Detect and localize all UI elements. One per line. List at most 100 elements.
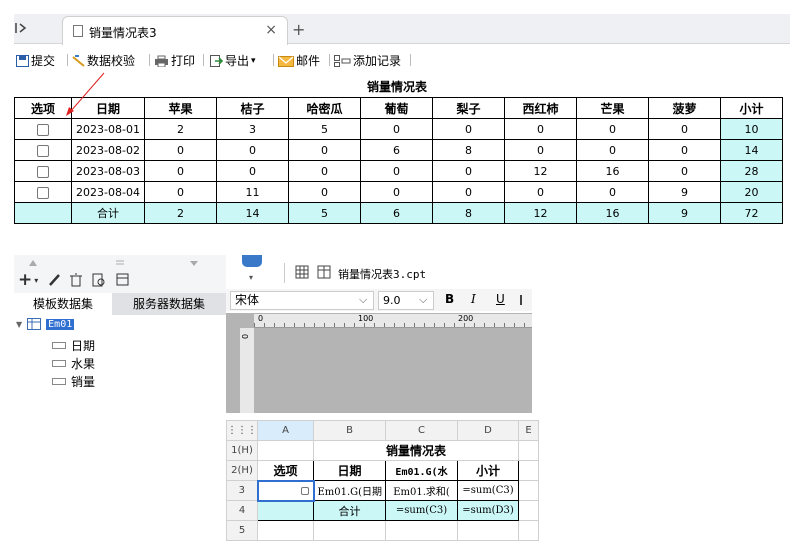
tree-node-dataset[interactable]: ▼ Em01 <box>16 318 75 330</box>
grid-cell[interactable] <box>457 520 519 541</box>
tree-node-field[interactable]: 日期 <box>52 337 95 354</box>
row-checkbox-cell <box>14 181 72 203</box>
checkbox-widget-icon <box>300 487 309 495</box>
grid-cell[interactable] <box>518 520 539 541</box>
grid-cell[interactable]: 小计 <box>457 460 519 481</box>
grid-cell[interactable]: Em01.求和( <box>385 480 458 501</box>
table-cell: 12 <box>504 160 577 182</box>
close-icon[interactable]: × <box>265 22 277 38</box>
tab-template-dataset[interactable]: 模板数据集 <box>14 293 112 315</box>
row-header[interactable]: 2(H) <box>226 460 258 481</box>
file-tab[interactable]: 销量情况表3.cpt <box>338 266 426 282</box>
sidebar-toggle-icon[interactable] <box>14 22 28 38</box>
canvas-area <box>226 313 532 413</box>
print-button[interactable]: 打印 <box>154 52 195 69</box>
table-cell: 0 <box>360 181 433 203</box>
row-header[interactable]: 4 <box>226 500 258 521</box>
total-cell: 12 <box>504 202 577 224</box>
preview-icon[interactable] <box>92 273 106 287</box>
row-header[interactable]: 3 <box>226 480 258 501</box>
grid-cell[interactable]: =sum(C3) <box>385 500 458 521</box>
row-checkbox[interactable] <box>37 186 49 199</box>
grid-cell[interactable]: 日期 <box>313 460 386 481</box>
column-header: 小计 <box>720 97 783 119</box>
grid-cell[interactable] <box>313 520 386 541</box>
submit-button[interactable]: 提交 <box>16 52 55 69</box>
grid-cell[interactable]: =sum(C3) <box>457 480 519 501</box>
chevron-down-icon: ▼ <box>16 319 23 329</box>
grid-cell[interactable]: 选项 <box>257 460 314 481</box>
row-checkbox[interactable] <box>37 144 49 157</box>
mail-button[interactable]: 邮件 <box>278 52 320 69</box>
table-cell: 0 <box>648 139 721 161</box>
grid-cell[interactable] <box>518 440 539 461</box>
font-family-select[interactable]: 宋体 <box>230 291 374 310</box>
grid-cell[interactable]: Em01.G(水 <box>385 460 458 481</box>
new-tab-button[interactable]: + <box>292 20 305 39</box>
column-header: 梨子 <box>432 97 505 119</box>
grid-cell[interactable] <box>257 520 314 541</box>
column-header: 西红柿 <box>504 97 577 119</box>
grid-cell[interactable]: 合计 <box>313 500 386 521</box>
add-record-label: 添加记录 <box>353 54 402 68</box>
dataset-tree: ▼ Em01 日期 水果 销量 <box>14 315 226 540</box>
bold-button[interactable]: B <box>445 292 454 306</box>
column-header: 苹果 <box>144 97 217 119</box>
table-cell: 11 <box>216 181 289 203</box>
row-checkbox[interactable] <box>37 123 49 136</box>
tree-node-field[interactable]: 水果 <box>52 355 95 372</box>
tab-report[interactable]: 销量情况表3 × <box>62 16 288 45</box>
row-checkbox[interactable] <box>37 165 49 178</box>
table-cell: 0 <box>576 118 649 140</box>
column-header[interactable]: D <box>457 420 519 441</box>
add-dataset-button[interactable]: + <box>18 270 32 290</box>
add-record-button[interactable]: 添加记录 <box>334 52 401 69</box>
grid-cell[interactable] <box>257 440 314 461</box>
field-icon <box>52 378 66 385</box>
column-header[interactable]: E <box>518 420 539 441</box>
grid-cell[interactable] <box>385 520 458 541</box>
edit-icon[interactable] <box>48 273 61 287</box>
row-header[interactable]: 1(H) <box>226 440 258 461</box>
validate-button[interactable]: 数据校验 <box>72 52 135 69</box>
chevron-down-icon[interactable]: ⌵ <box>359 293 367 307</box>
select-all-corner[interactable]: ⋮⋮⋮ <box>226 420 258 441</box>
grid-cell[interactable] <box>257 500 314 521</box>
row-header[interactable]: 5 <box>226 520 258 541</box>
row-checkbox-cell <box>14 118 72 140</box>
align-icon[interactable] <box>520 295 528 305</box>
column-header: 芒果 <box>576 97 649 119</box>
chevron-down-icon[interactable]: ▾ <box>249 273 253 282</box>
grid-cell[interactable]: Em01.G(日期 <box>313 480 386 501</box>
grid-cell[interactable] <box>518 500 539 521</box>
underline-button[interactable]: U <box>496 292 505 306</box>
panel-collapse-handle[interactable] <box>24 258 214 268</box>
delete-icon[interactable] <box>70 273 83 287</box>
grid-title-cell[interactable]: 销量情况表 <box>313 440 519 461</box>
column-header[interactable]: A <box>257 420 314 441</box>
chevron-down-icon[interactable]: ⌵ <box>419 293 427 307</box>
italic-button[interactable]: I <box>471 292 476 306</box>
table-row: 2023-08-01 2 3 5 0 0 0 0 0 10 <box>14 118 783 140</box>
export-button[interactable]: 导出 ▾ <box>210 52 256 69</box>
grid-cell[interactable] <box>518 460 539 481</box>
column-header[interactable]: C <box>385 420 458 441</box>
grid-cell[interactable]: =sum(D3) <box>457 500 519 521</box>
table-cell: 0 <box>288 181 361 203</box>
server-dataset-icon[interactable] <box>116 273 130 287</box>
grid-cell[interactable] <box>518 480 539 501</box>
tree-node-field[interactable]: 销量 <box>52 373 95 390</box>
tab-server-dataset[interactable]: 服务器数据集 <box>112 293 226 315</box>
divider <box>410 54 411 66</box>
field-label: 日期 <box>71 339 96 353</box>
column-header: 菠萝 <box>648 97 721 119</box>
grid-view-icon[interactable] <box>295 265 309 279</box>
save-icon <box>16 54 29 67</box>
chevron-down-icon[interactable]: ▾ <box>34 276 38 285</box>
camera-icon[interactable] <box>242 255 262 267</box>
table-cell: 8 <box>432 139 505 161</box>
export-label: 导出 <box>225 54 250 68</box>
grid-cell-selected[interactable] <box>256 479 315 502</box>
add-record-icon <box>334 54 351 67</box>
column-header[interactable]: B <box>313 420 386 441</box>
